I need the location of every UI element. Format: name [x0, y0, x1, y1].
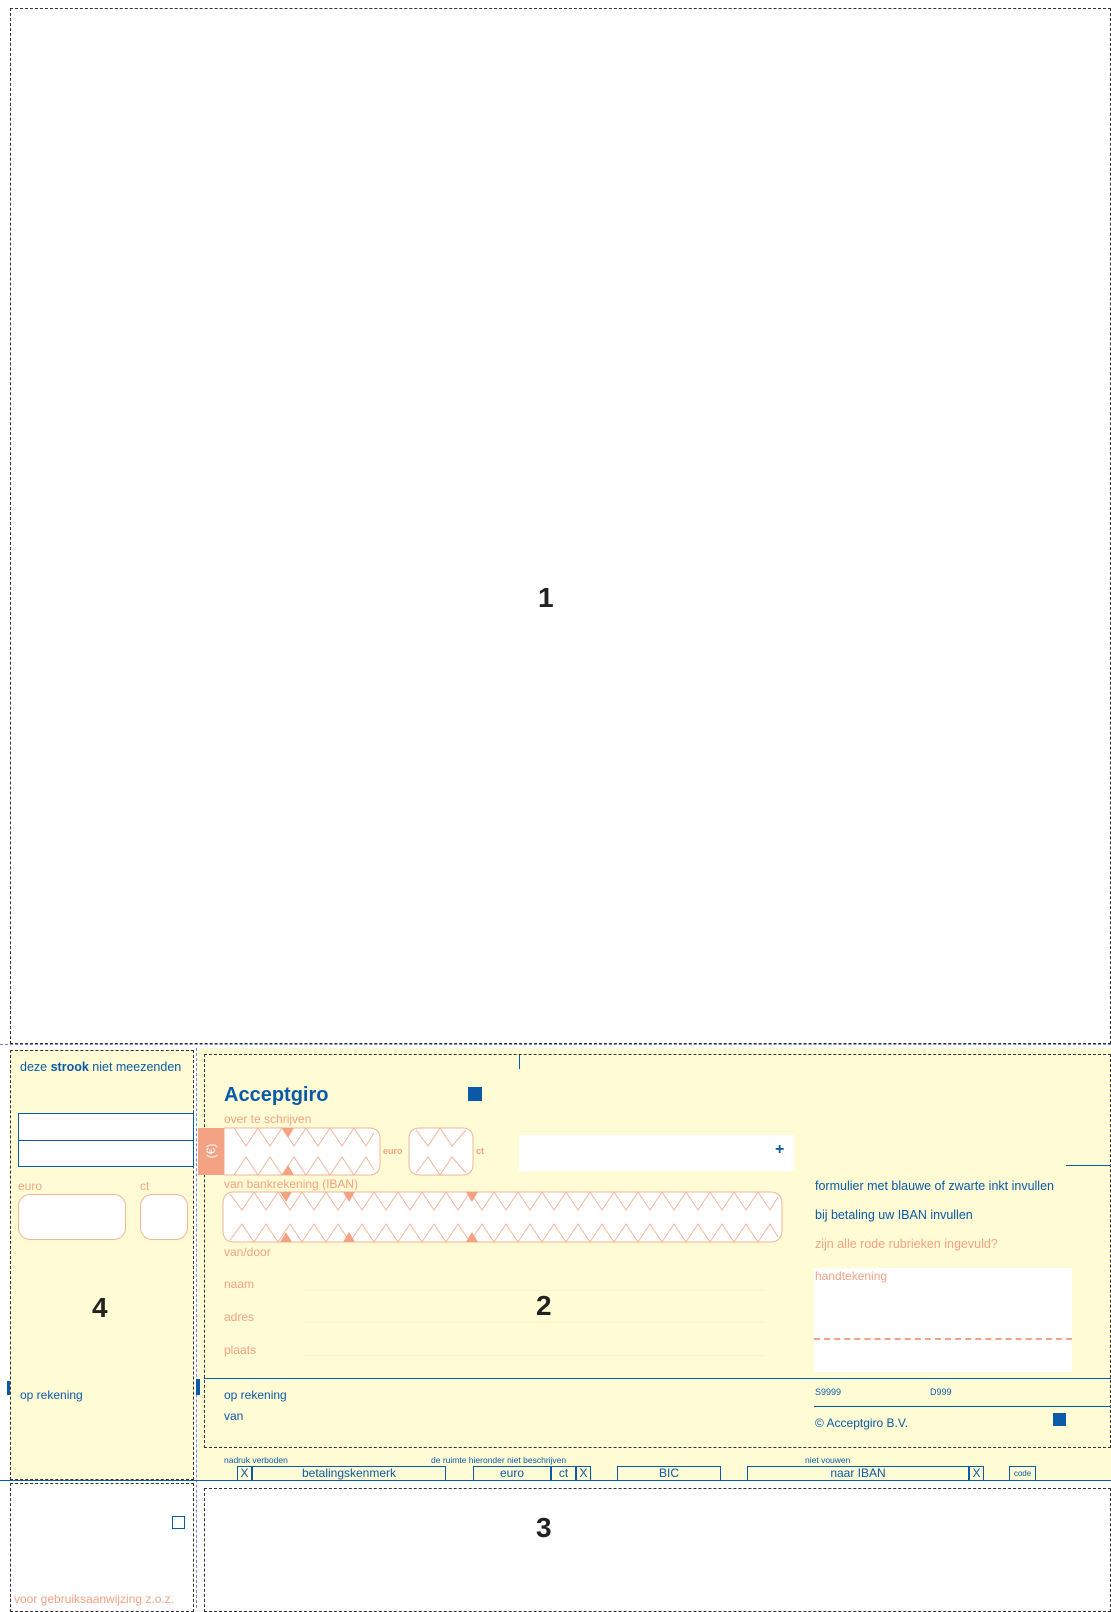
- main-marker: [196, 1379, 200, 1395]
- codeline-x1: X: [237, 1466, 252, 1481]
- section-1-area: [10, 8, 1111, 1044]
- fold-line: [0, 1044, 1111, 1045]
- signature-box[interactable]: [814, 1268, 1072, 1372]
- codeline-euro: euro: [473, 1466, 551, 1481]
- instruction-check: zijn alle rode rubrieken ingevuld?: [815, 1237, 998, 1251]
- plaats-line[interactable]: [304, 1355, 764, 1356]
- codeline-betalingskenmerk: betalingskenmerk: [252, 1466, 446, 1481]
- stub-marker: [7, 1381, 10, 1395]
- code-s: S9999: [815, 1387, 842, 1397]
- stub-euro-label: euro: [18, 1179, 43, 1193]
- naam-label: naam: [224, 1277, 255, 1291]
- handtekening-label: handtekening: [815, 1269, 888, 1283]
- acceptgiro-section: [204, 1054, 1111, 1448]
- euro-symbol: (€): [204, 1143, 218, 1159]
- amount-euro-field[interactable]: [224, 1127, 382, 1176]
- stub-header: deze strook niet meezenden: [20, 1060, 182, 1074]
- op-rekening-label: op rekening: [224, 1388, 287, 1402]
- van-door-label: van/door: [224, 1245, 271, 1259]
- amount-euro-outline: [224, 1127, 381, 1176]
- instruction-ink: formulier met blauwe of zwarte inkt invu…: [815, 1179, 1054, 1193]
- codeline-naar-iban: naar IBAN: [747, 1466, 969, 1481]
- section-3-area: [204, 1488, 1111, 1612]
- extra-amount-field[interactable]: [519, 1135, 794, 1171]
- codeline-code: code: [1009, 1466, 1036, 1481]
- codeline-x3: X: [969, 1466, 984, 1481]
- adres-line[interactable]: [304, 1322, 764, 1323]
- stub-euro-field[interactable]: [18, 1194, 126, 1240]
- signature-line: [814, 1338, 1072, 1340]
- right-tick: [1066, 1165, 1111, 1166]
- right-lower-divider: [814, 1406, 1111, 1407]
- codeline-x2: X: [576, 1466, 591, 1481]
- stub-ct-field[interactable]: [140, 1194, 188, 1240]
- section-4-number: 4: [92, 1292, 108, 1323]
- van-label: van: [224, 1409, 244, 1423]
- blue-square-marker: [468, 1087, 482, 1101]
- stub-checkbox[interactable]: [172, 1516, 185, 1529]
- ruimte-niet-beschrijven: de ruimte hieronder niet beschrijven: [431, 1455, 567, 1465]
- section-1-number: 1: [538, 582, 554, 613]
- acceptgiro-lower-divider: [204, 1378, 1111, 1379]
- top-tick: [519, 1055, 520, 1069]
- van-bankrekening-label: van bankrekening (IBAN): [224, 1177, 359, 1191]
- stub-account-divider: [18, 1140, 194, 1141]
- stub-ct-label: ct: [140, 1179, 150, 1193]
- amount-ct-field[interactable]: [408, 1127, 474, 1176]
- stub-perforation: [196, 1048, 197, 1608]
- amount-ct-label: ct: [476, 1146, 485, 1156]
- acceptgiro-title: Acceptgiro: [224, 1084, 329, 1106]
- iban-field[interactable]: [222, 1191, 784, 1243]
- amount-euro-label: euro: [383, 1146, 403, 1156]
- plaats-label: plaats: [224, 1343, 257, 1357]
- section-3-number: 3: [536, 1512, 552, 1543]
- copyright-label: © Acceptgiro B.V.: [815, 1416, 909, 1430]
- plus-sign: +: [775, 1141, 785, 1158]
- codeline-ct: ct: [551, 1466, 576, 1481]
- code-d: D999: [930, 1387, 952, 1397]
- codeline-bic: BIC: [617, 1466, 721, 1481]
- bottom-divider: [0, 1480, 1111, 1481]
- naam-line[interactable]: [304, 1290, 764, 1291]
- gebruiksaanwijzing-label: voor gebruiksaanwijzing z.o.z.: [14, 1592, 175, 1606]
- amount-ct-outline: [408, 1127, 474, 1176]
- stub-op-rekening: op rekening: [20, 1388, 83, 1402]
- niet-vouwen: niet vouwen: [805, 1455, 851, 1465]
- instruction-iban: bij betaling uw IBAN invullen: [815, 1208, 973, 1222]
- nadruk-verboden: nadruk verboden: [224, 1455, 288, 1465]
- blue-square-marker-bottom: [1053, 1413, 1066, 1426]
- over-te-schrijven-label: over te schrijven: [224, 1112, 312, 1126]
- adres-label: adres: [224, 1310, 255, 1324]
- section-2-number: 2: [536, 1290, 552, 1321]
